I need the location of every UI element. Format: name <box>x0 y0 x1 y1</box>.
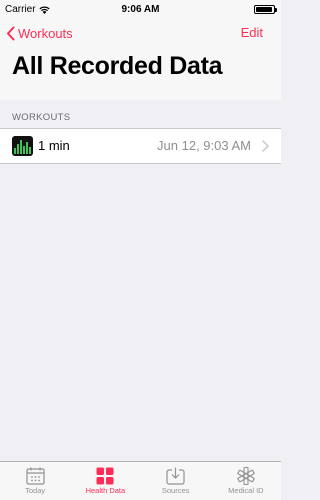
back-button[interactable]: Workouts <box>6 22 73 44</box>
tab-label: Today <box>25 486 46 495</box>
tab-health-data[interactable]: Health Data <box>70 462 140 500</box>
back-button-label: Workouts <box>18 25 73 41</box>
grid-icon <box>96 467 114 485</box>
status-bar: Carrier 9:06 AM <box>0 0 281 20</box>
tab-bar: Today Health Data Sources Medical ID <box>0 461 281 500</box>
section-header: WORKOUTS <box>12 112 71 123</box>
tab-label: Sources <box>161 486 190 495</box>
workout-duration: 1 min <box>38 138 70 153</box>
tab-medical-id[interactable]: Medical ID <box>211 462 281 500</box>
calendar-icon <box>26 467 45 485</box>
list-item[interactable]: 1 min Jun 12, 9:03 AM <box>0 129 281 163</box>
workout-chart-icon <box>12 136 33 156</box>
workout-list: 1 min Jun 12, 9:03 AM <box>0 128 281 164</box>
navigation-header: Workouts Edit All Recorded Data <box>0 20 281 100</box>
battery-icon <box>254 5 277 14</box>
asterisk-icon <box>237 467 255 485</box>
battery-fill <box>256 7 273 12</box>
tab-today[interactable]: Today <box>0 462 70 500</box>
edit-button[interactable]: Edit <box>241 22 263 44</box>
chevron-right-icon <box>262 140 269 152</box>
tab-label: Medical ID <box>228 486 264 495</box>
workout-date: Jun 12, 9:03 AM <box>157 138 251 153</box>
tab-sources[interactable]: Sources <box>141 462 211 500</box>
download-heart-icon <box>166 467 185 485</box>
chevron-left-icon <box>7 26 15 40</box>
clock: 9:06 AM <box>121 4 160 15</box>
page-title: All Recorded Data <box>12 52 223 80</box>
tab-label: Health Data <box>85 486 126 495</box>
